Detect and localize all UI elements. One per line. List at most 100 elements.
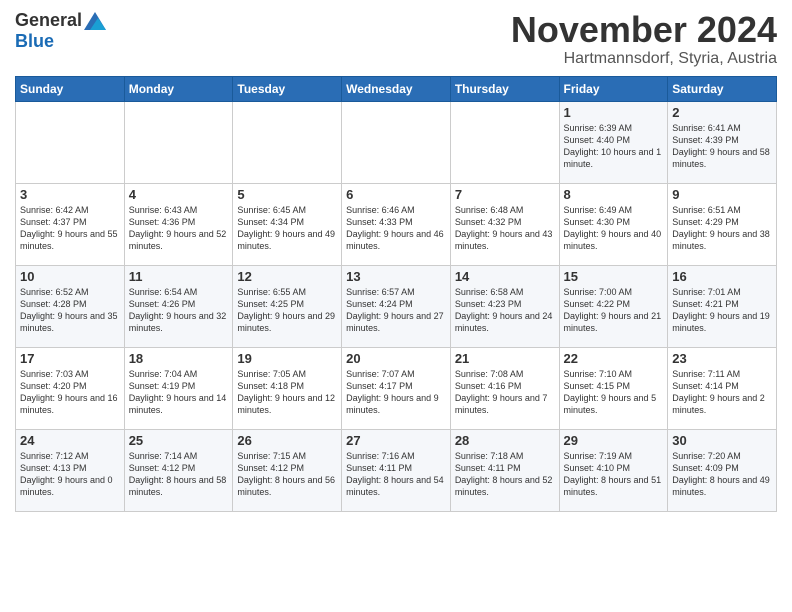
day-info: Sunrise: 6:43 AM Sunset: 4:36 PM Dayligh… (129, 204, 229, 253)
day-info: Sunrise: 7:12 AM Sunset: 4:13 PM Dayligh… (20, 450, 120, 499)
day-info: Sunrise: 6:54 AM Sunset: 4:26 PM Dayligh… (129, 286, 229, 335)
week-row-3: 10 Sunrise: 6:52 AM Sunset: 4:28 PM Dayli… (16, 265, 777, 347)
day-number: 4 (129, 187, 229, 202)
title-block: November 2024 Hartmannsdorf, Styria, Aus… (511, 10, 777, 68)
calendar-cell (342, 101, 451, 183)
calendar-cell: 22 Sunrise: 7:10 AM Sunset: 4:15 PM Dayli… (559, 347, 668, 429)
col-saturday: Saturday (668, 76, 777, 101)
day-info: Sunrise: 6:52 AM Sunset: 4:28 PM Dayligh… (20, 286, 120, 335)
logo-text: General (15, 10, 106, 31)
calendar-cell: 12 Sunrise: 6:55 AM Sunset: 4:25 PM Dayli… (233, 265, 342, 347)
week-row-1: 1 Sunrise: 6:39 AM Sunset: 4:40 PM Daylig… (16, 101, 777, 183)
day-number: 6 (346, 187, 446, 202)
calendar-cell: 8 Sunrise: 6:49 AM Sunset: 4:30 PM Daylig… (559, 183, 668, 265)
day-info: Sunrise: 6:42 AM Sunset: 4:37 PM Dayligh… (20, 204, 120, 253)
logo-blue-text: Blue (15, 31, 54, 52)
day-number: 9 (672, 187, 772, 202)
calendar-cell: 3 Sunrise: 6:42 AM Sunset: 4:37 PM Daylig… (16, 183, 125, 265)
day-number: 17 (20, 351, 120, 366)
week-row-4: 17 Sunrise: 7:03 AM Sunset: 4:20 PM Dayli… (16, 347, 777, 429)
calendar-cell (233, 101, 342, 183)
day-number: 13 (346, 269, 446, 284)
calendar-cell: 21 Sunrise: 7:08 AM Sunset: 4:16 PM Dayli… (450, 347, 559, 429)
day-number: 28 (455, 433, 555, 448)
day-info: Sunrise: 7:08 AM Sunset: 4:16 PM Dayligh… (455, 368, 555, 417)
day-number: 24 (20, 433, 120, 448)
calendar-cell: 7 Sunrise: 6:48 AM Sunset: 4:32 PM Daylig… (450, 183, 559, 265)
calendar-cell: 6Sunrise: 6:46 AM Sunset: 4:33 PM Daylig… (342, 183, 451, 265)
logo-icon (84, 12, 106, 30)
logo-blue: Blue (15, 31, 54, 51)
day-info: Sunrise: 6:57 AM Sunset: 4:24 PM Dayligh… (346, 286, 446, 335)
calendar-cell: 27Sunrise: 7:16 AM Sunset: 4:11 PM Dayli… (342, 429, 451, 511)
calendar-cell: 5 Sunrise: 6:45 AM Sunset: 4:34 PM Daylig… (233, 183, 342, 265)
calendar-cell: 20 Sunrise: 7:07 AM Sunset: 4:17 PM Dayli… (342, 347, 451, 429)
day-number: 20 (346, 351, 446, 366)
day-info: Sunrise: 7:19 AM Sunset: 4:10 PM Dayligh… (564, 450, 664, 499)
day-info: Sunrise: 6:51 AM Sunset: 4:29 PM Dayligh… (672, 204, 772, 253)
calendar-cell: 9 Sunrise: 6:51 AM Sunset: 4:29 PM Daylig… (668, 183, 777, 265)
day-info: Sunrise: 6:55 AM Sunset: 4:25 PM Dayligh… (237, 286, 337, 335)
page-container: General Blue November 2024 Hartmannsdorf… (0, 0, 792, 522)
day-number: 5 (237, 187, 337, 202)
day-number: 14 (455, 269, 555, 284)
calendar-cell: 15 Sunrise: 7:00 AM Sunset: 4:22 PM Dayli… (559, 265, 668, 347)
day-info: Sunrise: 7:20 AM Sunset: 4:09 PM Dayligh… (672, 450, 772, 499)
week-row-2: 3 Sunrise: 6:42 AM Sunset: 4:37 PM Daylig… (16, 183, 777, 265)
day-number: 8 (564, 187, 664, 202)
col-sunday: Sunday (16, 76, 125, 101)
day-info: Sunrise: 7:15 AM Sunset: 4:12 PM Dayligh… (237, 450, 337, 499)
day-number: 29 (564, 433, 664, 448)
calendar-cell: 2 Sunrise: 6:41 AM Sunset: 4:39 PM Daylig… (668, 101, 777, 183)
calendar-cell: 10 Sunrise: 6:52 AM Sunset: 4:28 PM Dayli… (16, 265, 125, 347)
calendar-table: Sunday Monday Tuesday Wednesday Thursday… (15, 76, 777, 512)
day-info: Sunrise: 7:00 AM Sunset: 4:22 PM Dayligh… (564, 286, 664, 335)
day-info: Sunrise: 6:39 AM Sunset: 4:40 PM Dayligh… (564, 122, 664, 171)
day-info: Sunrise: 7:01 AM Sunset: 4:21 PM Dayligh… (672, 286, 772, 335)
day-number: 2 (672, 105, 772, 120)
col-thursday: Thursday (450, 76, 559, 101)
calendar-cell: 13 Sunrise: 6:57 AM Sunset: 4:24 PM Dayli… (342, 265, 451, 347)
month-title: November 2024 (511, 10, 777, 50)
day-info: Sunrise: 6:45 AM Sunset: 4:34 PM Dayligh… (237, 204, 337, 253)
day-number: 16 (672, 269, 772, 284)
calendar-cell: 23 Sunrise: 7:11 AM Sunset: 4:14 PM Dayli… (668, 347, 777, 429)
day-number: 26 (237, 433, 337, 448)
calendar-cell (16, 101, 125, 183)
calendar-cell (450, 101, 559, 183)
day-number: 3 (20, 187, 120, 202)
calendar-cell: 18Sunrise: 7:04 AM Sunset: 4:19 PM Dayli… (124, 347, 233, 429)
header-row: Sunday Monday Tuesday Wednesday Thursday… (16, 76, 777, 101)
day-number: 25 (129, 433, 229, 448)
day-info: Sunrise: 6:48 AM Sunset: 4:32 PM Dayligh… (455, 204, 555, 253)
day-number: 15 (564, 269, 664, 284)
day-number: 21 (455, 351, 555, 366)
logo-general: General (15, 10, 82, 31)
day-number: 27 (346, 433, 446, 448)
day-info: Sunrise: 7:11 AM Sunset: 4:14 PM Dayligh… (672, 368, 772, 417)
calendar-cell: 28 Sunrise: 7:18 AM Sunset: 4:11 PM Dayli… (450, 429, 559, 511)
day-info: Sunrise: 6:41 AM Sunset: 4:39 PM Dayligh… (672, 122, 772, 171)
day-info: Sunrise: 7:18 AM Sunset: 4:11 PM Dayligh… (455, 450, 555, 499)
day-number: 22 (564, 351, 664, 366)
day-info: Sunrise: 6:49 AM Sunset: 4:30 PM Dayligh… (564, 204, 664, 253)
day-number: 7 (455, 187, 555, 202)
day-number: 1 (564, 105, 664, 120)
day-info: Sunrise: 7:05 AM Sunset: 4:18 PM Dayligh… (237, 368, 337, 417)
day-info: Sunrise: 7:07 AM Sunset: 4:17 PM Dayligh… (346, 368, 446, 417)
calendar-cell: 25Sunrise: 7:14 AM Sunset: 4:12 PM Dayli… (124, 429, 233, 511)
calendar-cell: 17 Sunrise: 7:03 AM Sunset: 4:20 PM Dayli… (16, 347, 125, 429)
day-number: 12 (237, 269, 337, 284)
calendar-cell: 24 Sunrise: 7:12 AM Sunset: 4:13 PM Dayli… (16, 429, 125, 511)
day-number: 11 (129, 269, 229, 284)
day-info: Sunrise: 7:10 AM Sunset: 4:15 PM Dayligh… (564, 368, 664, 417)
day-number: 10 (20, 269, 120, 284)
day-info: Sunrise: 7:03 AM Sunset: 4:20 PM Dayligh… (20, 368, 120, 417)
calendar-cell: 14Sunrise: 6:58 AM Sunset: 4:23 PM Dayli… (450, 265, 559, 347)
col-wednesday: Wednesday (342, 76, 451, 101)
day-number: 19 (237, 351, 337, 366)
col-friday: Friday (559, 76, 668, 101)
calendar-cell: 30Sunrise: 7:20 AM Sunset: 4:09 PM Dayli… (668, 429, 777, 511)
logo: General Blue (15, 10, 106, 52)
day-number: 23 (672, 351, 772, 366)
